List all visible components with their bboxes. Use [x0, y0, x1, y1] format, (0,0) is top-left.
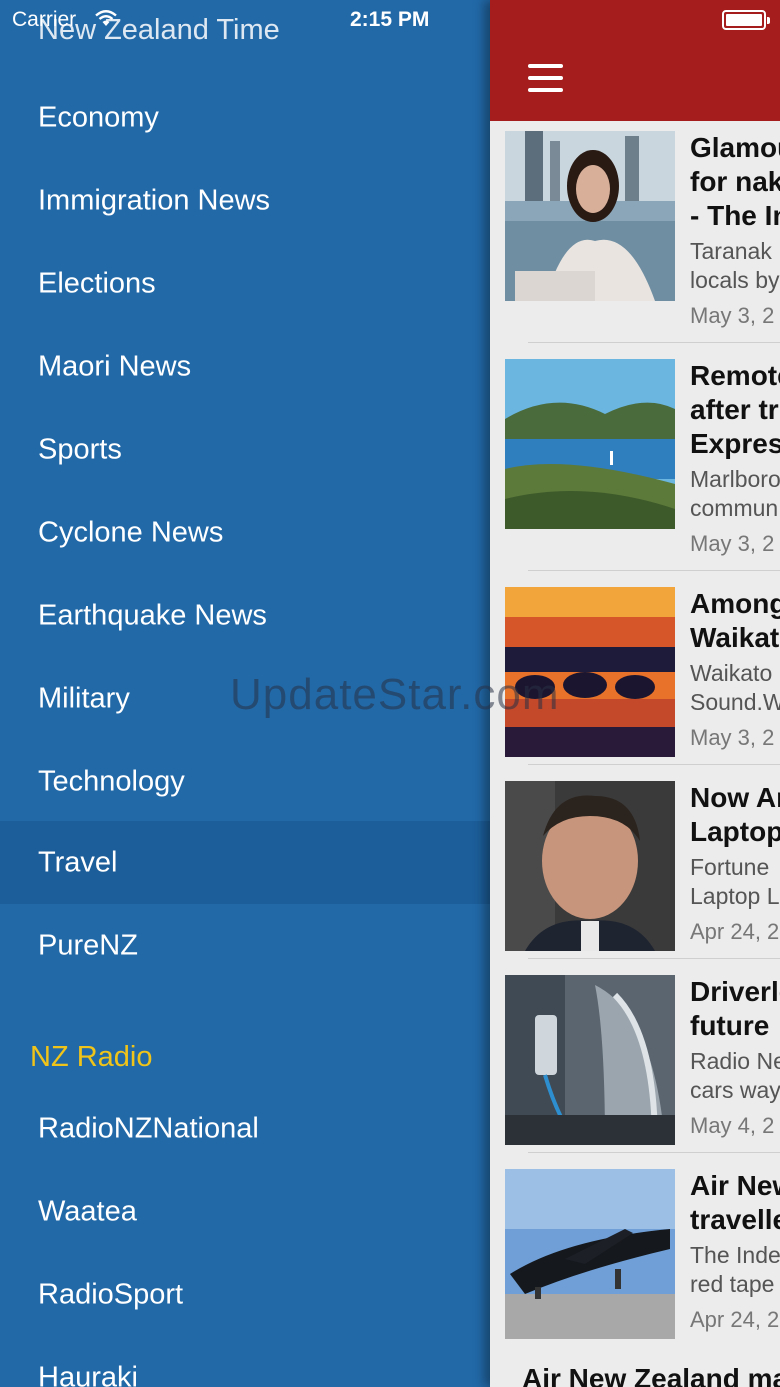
divider [528, 570, 780, 571]
menu-item-label: Maori News [38, 350, 192, 382]
menu-item-radiosport[interactable]: RadioSport [0, 1253, 490, 1336]
menu-item-label: Immigration News [38, 184, 271, 216]
status-bar: Carrier 2:15 PM [0, 0, 780, 40]
article-date: Apr 24, 2 [690, 919, 780, 944]
article-title: Air New [690, 1170, 780, 1201]
article-title: Among [690, 588, 780, 619]
menu-item-maori-news[interactable]: Maori News [0, 325, 490, 408]
article-date: May 3, 2 [690, 303, 775, 328]
article-title: travelle [690, 1204, 780, 1235]
menu-item-label: Waatea [38, 1195, 137, 1227]
article-title[interactable]: Air New Zealand ma [522, 1363, 780, 1387]
menu-item-earthquake-news[interactable]: Earthquake News [0, 574, 490, 657]
divider [528, 1152, 780, 1153]
menu-item-label: Cyclone News [38, 516, 224, 548]
article-date: May 3, 2 [690, 531, 775, 556]
menu-item-label: Military [38, 682, 130, 714]
menu-item-cyclone-news[interactable]: Cyclone News [0, 491, 490, 574]
article-description: red tape [690, 1271, 775, 1297]
article-thumbnail [505, 781, 675, 951]
article-description: Fortune [690, 854, 770, 880]
menu-item-waatea[interactable]: Waatea [0, 1170, 490, 1253]
article-description: locals by [690, 267, 780, 293]
menu-item-technology[interactable]: Technology [0, 740, 490, 823]
article-title: Laptop [690, 816, 780, 847]
article-title: Glamou [690, 132, 780, 163]
watermark: UpdateStar.com [230, 670, 560, 719]
menu-item-label: Elections [38, 267, 156, 299]
carrier-label: Carrier [12, 8, 77, 31]
menu-item-purenz[interactable]: PureNZ [0, 904, 490, 987]
menu-item-label: Hauraki [38, 1361, 138, 1387]
article-thumbnail [505, 975, 675, 1145]
wifi-icon [94, 9, 118, 32]
article-title: future [690, 1010, 770, 1041]
article-description: Sound.W [690, 689, 780, 715]
divider [528, 958, 780, 959]
article-title: Express [690, 428, 780, 459]
article-title: Remote [690, 360, 780, 391]
article-thumbnail [505, 131, 675, 301]
menu-item-sports[interactable]: Sports [0, 408, 490, 491]
menu-item-label: RadioSport [38, 1278, 184, 1310]
section-header-nz-radio: NZ Radio [30, 1041, 153, 1073]
battery-icon [722, 10, 770, 30]
article-description: Waikato [690, 660, 773, 686]
article-date: Apr 24, 2 [690, 1307, 780, 1332]
article-title: Driverle [690, 976, 780, 1007]
article-title: Now Ar [690, 782, 780, 813]
menu-item-label: PureNZ [38, 929, 138, 961]
hamburger-menu-icon[interactable] [526, 62, 566, 96]
article-date: May 3, 2 [690, 725, 775, 750]
divider [528, 342, 780, 343]
menu-item-economy[interactable]: Economy [0, 76, 490, 159]
menu-item-label: Sports [38, 433, 122, 465]
article-description: Radio Ne [690, 1048, 780, 1074]
menu-item-elections[interactable]: Elections [0, 242, 490, 325]
menu-item-label: Travel [38, 846, 118, 878]
article-title: after tr [690, 394, 779, 425]
menu-item-label: Technology [38, 765, 185, 797]
article-thumbnail [505, 1169, 675, 1339]
menu-item-label: Economy [38, 101, 159, 133]
menu-item-hauraki[interactable]: Hauraki [0, 1336, 490, 1387]
menu-item-travel[interactable]: Travel [0, 821, 490, 904]
menu-item-radionznational[interactable]: RadioNZNational [0, 1087, 490, 1170]
menu-item-label: RadioNZNational [38, 1112, 259, 1144]
article-date: May 4, 2 [690, 1113, 775, 1138]
article-title: Waikat [690, 622, 780, 653]
article-thumbnail [505, 359, 675, 529]
article-description: Marlboro [690, 466, 780, 492]
clock: 2:15 PM [350, 8, 430, 31]
article-description: Laptop L [690, 883, 780, 909]
article-description: commun [690, 495, 779, 521]
article-description: Taranak [690, 238, 772, 264]
menu-item-label: Earthquake News [38, 599, 267, 631]
article-description: The Inde [690, 1242, 780, 1268]
divider [528, 764, 780, 765]
article-title: - The In [690, 200, 780, 231]
article-description: cars way [690, 1077, 780, 1103]
article-title: for nak [690, 166, 780, 197]
menu-item-immigration-news[interactable]: Immigration News [0, 159, 490, 242]
